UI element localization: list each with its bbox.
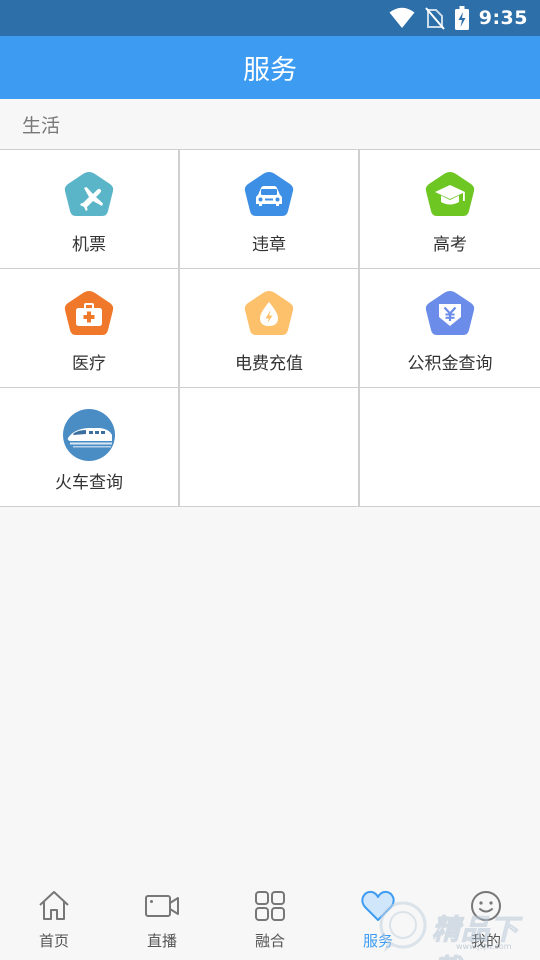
service-label: 高考 xyxy=(433,235,467,255)
car-icon xyxy=(244,172,294,216)
nav-item-services[interactable]: 服务 xyxy=(324,878,432,960)
nav-label: 直播 xyxy=(146,932,177,950)
nav-item-profile[interactable]: 我的 xyxy=(432,878,540,960)
medical-kit-icon xyxy=(64,291,114,335)
page-title: 服务 xyxy=(243,55,297,86)
heart-icon xyxy=(361,890,395,921)
graduation-cap-icon xyxy=(425,172,475,216)
train-icon xyxy=(63,409,115,461)
nav-label: 服务 xyxy=(362,932,393,950)
nav-label: 首页 xyxy=(38,932,69,950)
nav-label: 我的 xyxy=(470,932,501,950)
service-tile-flights[interactable]: 机票 xyxy=(0,150,178,268)
service-tile-violations[interactable]: 违章 xyxy=(180,150,358,268)
services-grid: 机票 违章 高考 医疗 电费充值 公积金查询 火车查询 xyxy=(0,149,540,507)
service-tile-medical[interactable]: 医疗 xyxy=(0,269,178,387)
service-tile-housing-fund[interactable]: 公积金查询 xyxy=(360,269,540,387)
service-tile-train[interactable]: 火车查询 xyxy=(0,388,178,506)
app-bar: 服务 xyxy=(0,36,540,99)
no-sim-icon xyxy=(424,7,445,30)
battery-charging-icon xyxy=(454,6,469,30)
video-camera-icon xyxy=(145,895,179,917)
electricity-drop-icon xyxy=(244,291,294,335)
section-title: 生活 xyxy=(22,114,61,137)
service-label: 公积金查询 xyxy=(407,354,493,374)
status-bar: 9:35 xyxy=(0,0,540,36)
status-icons: 9:35 xyxy=(389,0,528,36)
empty-cell xyxy=(360,388,540,506)
yuan-fund-icon xyxy=(425,291,475,335)
service-label: 医疗 xyxy=(72,354,106,374)
smiley-face-icon xyxy=(471,891,501,921)
service-label: 火车查询 xyxy=(55,473,123,493)
service-tile-gaokao[interactable]: 高考 xyxy=(360,150,540,268)
service-label: 违章 xyxy=(252,235,286,255)
empty-cell xyxy=(180,388,358,506)
nav-label: 融合 xyxy=(254,932,285,950)
service-label: 电费充值 xyxy=(235,354,303,374)
nav-item-fusion[interactable]: 融合 xyxy=(216,878,324,960)
status-time: 9:35 xyxy=(478,7,528,29)
home-icon xyxy=(39,891,69,920)
section-header: 生活 xyxy=(0,99,540,149)
grid-icon xyxy=(255,891,285,921)
nav-item-home[interactable]: 首页 xyxy=(0,878,108,960)
service-tile-electricity[interactable]: 电费充值 xyxy=(180,269,358,387)
wifi-icon xyxy=(389,7,415,28)
service-label: 机票 xyxy=(72,235,106,255)
plane-icon xyxy=(64,172,114,216)
bottom-nav: 首页 直播 融合 服务 我的 xyxy=(0,878,540,960)
nav-item-live[interactable]: 直播 xyxy=(108,878,216,960)
